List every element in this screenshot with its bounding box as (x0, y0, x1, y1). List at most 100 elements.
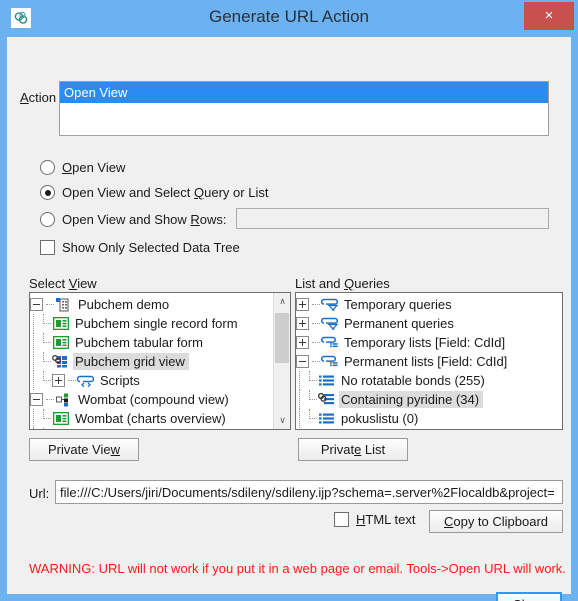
tree-node[interactable]: No rotatable bonds (255) (296, 371, 562, 390)
url-label: Url: (29, 486, 50, 501)
scroll-down-icon[interactable]: ∨ (274, 412, 290, 429)
tree-line (68, 374, 77, 387)
collapse-icon[interactable] (30, 298, 43, 311)
form-icon (52, 316, 69, 331)
show-rows-input[interactable] (236, 208, 549, 229)
tree-elbow (40, 352, 52, 371)
tree-node[interactable]: Containing pyridine (34) (296, 390, 562, 409)
tree-node[interactable]: Pubchem grid view (30, 352, 290, 371)
radio-open-view-show-rows-label: Open View and Show Rows: (62, 212, 227, 227)
form-icon (52, 335, 69, 350)
tree-node[interactable]: Temporary queries (296, 295, 562, 314)
checkbox-show-only-selected-data-tree[interactable]: Show Only Selected Data Tree (40, 240, 240, 255)
expand-icon[interactable] (296, 298, 309, 311)
tree-node[interactable]: Pubchem tabular form (30, 333, 290, 352)
tree-node[interactable]: pokuslistu (0) (296, 409, 562, 428)
close-icon[interactable]: × (524, 2, 574, 30)
radio-icon (40, 212, 55, 227)
window-title: Generate URL Action (208, 7, 369, 26)
tree-node[interactable]: Permanent queries (296, 314, 562, 333)
private-list-button[interactable]: Private List (298, 438, 408, 461)
checkbox-icon (334, 512, 349, 527)
tree-node-label: Pubchem demo (78, 297, 170, 312)
compound-db-icon (55, 392, 72, 407)
structure-list-icon (318, 392, 335, 407)
tree-line (30, 428, 40, 429)
grid-view-icon (52, 354, 69, 369)
tree-node[interactable]: Scripts (30, 371, 290, 390)
scrollbar-thumb[interactable] (275, 313, 289, 363)
list-and-queries-tree[interactable]: Temporary queries Permanent queries Tempor… (295, 292, 563, 430)
select-view-label: Select View (29, 276, 97, 291)
close-button[interactable]: Close (496, 592, 562, 601)
list-folder-icon (321, 354, 338, 369)
tree-line (312, 317, 321, 330)
tree-node[interactable]: Wombat (widgets overview) (30, 428, 290, 430)
checkbox-show-only-selected-data-tree-label: Show Only Selected Data Tree (62, 240, 240, 255)
tree-node-label: Permanent lists [Field: CdId] (344, 354, 508, 369)
tree-line (312, 298, 321, 311)
tree-line (312, 355, 321, 368)
tree-elbow (306, 371, 318, 390)
database-icon (55, 297, 72, 312)
tree-node-label: Wombat (compound view) (78, 392, 229, 407)
tree-elbow (40, 409, 52, 428)
tree-node[interactable]: Permanent lists [Field: CdId] (296, 352, 562, 371)
collapse-icon[interactable] (296, 355, 309, 368)
action-list-item[interactable]: Open View (60, 82, 548, 103)
url-input[interactable] (55, 480, 563, 504)
select-view-tree[interactable]: Pubchem demo Pubchem single record form Pu… (29, 292, 291, 430)
tree-node[interactable]: Wombat (compound view) (30, 390, 290, 409)
action-listbox[interactable]: Open View (59, 81, 549, 136)
warning-message: WARNING: URL will not work if you put it… (29, 561, 566, 576)
radio-open-view-select-query[interactable]: Open View and Select Query or List (40, 185, 268, 200)
tree-elbow (40, 314, 52, 333)
tree-node-label: Pubchem tabular form (75, 335, 203, 350)
tree-node-label: Pubchem grid view (73, 353, 189, 370)
list-and-queries-label: List and Queries (295, 276, 390, 291)
tree-node-label: Scripts (100, 373, 140, 388)
generate-url-action-window: Generate URL Action × Action Open View O… (0, 0, 578, 601)
tree-node[interactable]: Temporary lists [Field: CdId] (296, 333, 562, 352)
form-icon (52, 411, 69, 426)
collapse-icon[interactable] (30, 393, 43, 406)
private-view-button[interactable]: Private View (29, 438, 139, 461)
tree-node[interactable]: Pubchem single record form (30, 314, 290, 333)
radio-icon (40, 160, 55, 175)
tree-node-label: Temporary queries (344, 297, 452, 312)
tree-line (46, 393, 55, 406)
tree-node-label: Temporary lists [Field: CdId] (344, 335, 506, 350)
expand-icon[interactable] (52, 374, 65, 387)
scroll-up-icon[interactable]: ∧ (274, 293, 290, 310)
tree-elbow (40, 333, 52, 352)
tree-node[interactable]: Wombat (charts overview) (30, 409, 290, 428)
tree-line (296, 371, 306, 390)
checkbox-html-text-label: HTML text (356, 512, 416, 527)
script-icon (77, 373, 94, 388)
tree-line (30, 352, 40, 371)
tree-node[interactable]: Pubchem demo (30, 295, 290, 314)
tree-elbow (306, 390, 318, 409)
checkbox-html-text[interactable]: HTML text (334, 512, 415, 527)
tree-elbow (40, 428, 52, 429)
copy-to-clipboard-button[interactable]: Copy to Clipboard (429, 510, 563, 533)
expand-icon[interactable] (296, 336, 309, 349)
checkbox-icon (40, 240, 55, 255)
radio-icon-selected (40, 185, 55, 200)
title-bar: Generate URL Action × (0, 0, 578, 37)
tree-node-label: Wombat (charts overview) (75, 411, 226, 426)
tree-node-label: Permanent queries (344, 316, 454, 331)
expand-icon[interactable] (296, 317, 309, 330)
tree-node-label: Wombat (widgets overview) (73, 429, 238, 430)
tree-node-label: Containing pyridine (34) (339, 391, 484, 408)
radio-open-view-show-rows[interactable]: Open View and Show Rows: (40, 212, 227, 227)
tree-scrollbar[interactable]: ∧ ∨ (273, 293, 290, 429)
tree-elbow (40, 371, 52, 390)
query-icon (321, 297, 338, 312)
tree-line (30, 409, 40, 428)
tree-line (296, 409, 306, 428)
radio-open-view-select-query-label: Open View and Select Query or List (62, 185, 269, 200)
list-folder-icon (321, 335, 338, 350)
tree-line (296, 390, 306, 409)
radio-open-view[interactable]: Open View (40, 160, 125, 175)
